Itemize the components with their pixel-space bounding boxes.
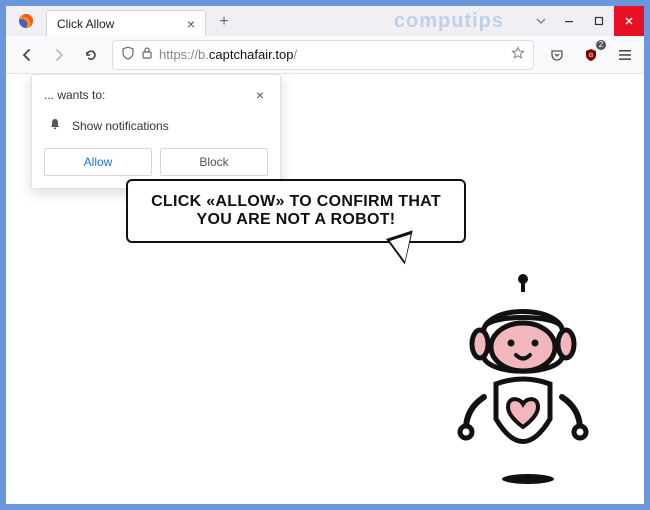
back-button[interactable] bbox=[12, 40, 42, 70]
url-sub: b. bbox=[198, 47, 209, 62]
headline-text: CLICK «ALLOW» TO CONFIRM THAT YOU ARE NO… bbox=[151, 193, 441, 228]
toolbar: https://b.captchafair.top/ 2 bbox=[6, 36, 644, 74]
browser-window: Click Allow × + computips bbox=[6, 6, 644, 504]
shield-icon[interactable] bbox=[121, 46, 135, 63]
forward-button[interactable] bbox=[44, 40, 74, 70]
pocket-icon[interactable] bbox=[544, 42, 570, 68]
maximize-button[interactable] bbox=[584, 6, 614, 36]
ublock-icon[interactable]: 2 bbox=[578, 42, 604, 68]
block-button[interactable]: Block bbox=[160, 148, 268, 176]
window-close-button[interactable] bbox=[614, 6, 644, 36]
lock-icon[interactable] bbox=[141, 46, 153, 63]
url-path: / bbox=[293, 47, 297, 62]
url-protocol: https:// bbox=[159, 47, 198, 62]
firefox-icon bbox=[6, 6, 46, 36]
new-tab-button[interactable]: + bbox=[212, 10, 236, 34]
tab-active[interactable]: Click Allow × bbox=[46, 10, 206, 36]
tab-title: Click Allow bbox=[57, 17, 114, 31]
speech-bubble: CLICK «ALLOW» TO CONFIRM THAT YOU ARE NO… bbox=[126, 179, 466, 243]
minimize-button[interactable] bbox=[554, 6, 584, 36]
permission-close-icon[interactable]: × bbox=[252, 85, 268, 105]
titlebar: Click Allow × + computips bbox=[6, 6, 644, 36]
allow-button[interactable]: Allow bbox=[44, 148, 152, 176]
star-icon[interactable] bbox=[511, 46, 525, 63]
ublock-badge: 2 bbox=[596, 40, 606, 50]
allow-label: Allow bbox=[84, 155, 113, 169]
reload-button[interactable] bbox=[76, 40, 106, 70]
url-text: https://b.captchafair.top/ bbox=[159, 47, 505, 62]
chevron-down-icon[interactable] bbox=[528, 6, 554, 36]
tabstrip: Click Allow × + bbox=[46, 6, 528, 36]
toolbar-right: 2 bbox=[544, 42, 638, 68]
block-label: Block bbox=[199, 155, 228, 169]
permission-capability: Show notifications bbox=[72, 119, 169, 133]
menu-icon[interactable] bbox=[612, 42, 638, 68]
address-bar[interactable]: https://b.captchafair.top/ bbox=[112, 40, 534, 70]
robot-illustration bbox=[436, 269, 611, 499]
url-domain: captchafair.top bbox=[209, 47, 294, 62]
close-icon[interactable]: × bbox=[183, 16, 199, 32]
permission-origin: ... wants to: bbox=[44, 88, 105, 102]
window-controls bbox=[528, 6, 644, 36]
page-content: ... wants to: × Show notifications Allow… bbox=[6, 74, 644, 504]
bell-icon bbox=[48, 117, 62, 134]
permission-popup: ... wants to: × Show notifications Allow… bbox=[31, 74, 281, 189]
